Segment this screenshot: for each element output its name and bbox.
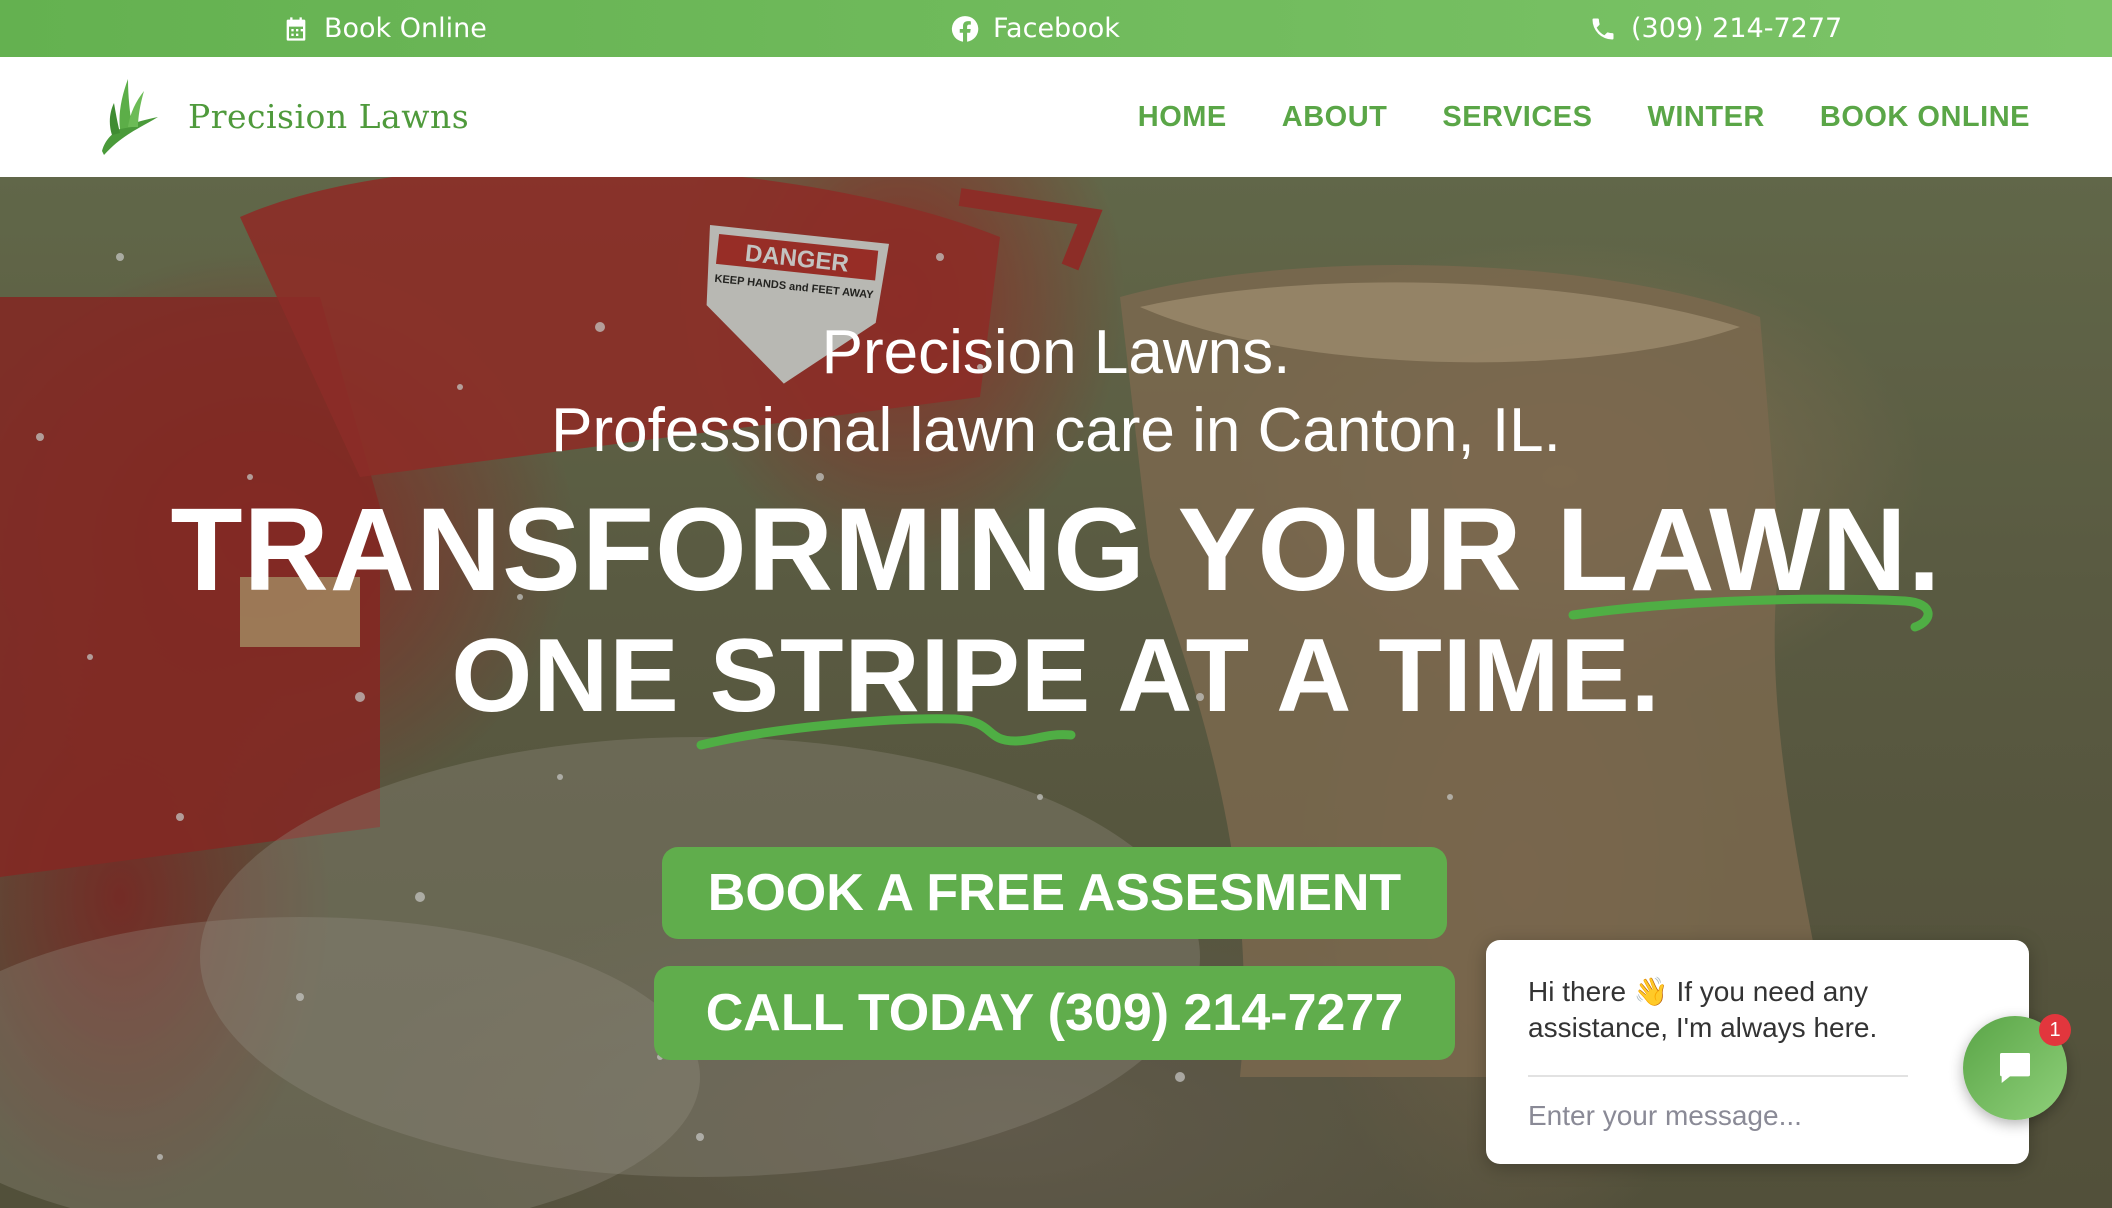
chat-notification-badge: 1 — [2039, 1014, 2071, 1046]
book-assessment-button[interactable]: BOOK A FREE ASSESMENT — [662, 847, 1447, 939]
logo-text: Precision Lawns — [188, 96, 470, 136]
nav-home[interactable]: HOME — [1138, 101, 1227, 134]
book-online-label: Book Online — [324, 13, 487, 44]
nav-services[interactable]: SERVICES — [1442, 101, 1592, 134]
site-logo[interactable]: Precision Lawns — [98, 71, 469, 161]
stripe-underline-squiggle — [696, 714, 1076, 750]
calendar-icon — [286, 16, 306, 41]
book-online-link[interactable]: Book Online — [282, 0, 487, 57]
hero-subtitle-2: Professional lawn care in Canton, IL. — [551, 396, 1561, 465]
grass-logo-icon — [102, 79, 158, 155]
chat-popup: Hi there 👋 If you need any assistance, I… — [1486, 940, 2029, 1164]
main-nav: HOME ABOUT SERVICES WINTER BOOK ONLINE — [1138, 57, 2030, 177]
call-today-button[interactable]: CALL TODAY (309) 214-7277 — [654, 966, 1455, 1060]
site-header: Precision Lawns HOME ABOUT SERVICES WINT… — [0, 57, 2112, 177]
hero-subtitle-1: Precision Lawns. — [821, 318, 1291, 387]
chat-message-input[interactable] — [1528, 1096, 1828, 1136]
nav-about[interactable]: ABOUT — [1282, 101, 1388, 134]
chat-message: Hi there 👋 If you need any assistance, I… — [1528, 976, 1878, 1043]
facebook-label: Facebook — [993, 13, 1120, 44]
phone-icon — [1592, 18, 1614, 39]
chat-bubble-icon — [2000, 1053, 2030, 1083]
lawn-underline-squiggle — [1568, 594, 1933, 632]
phone-link[interactable]: (309) 214-7277 — [1589, 0, 1842, 57]
nav-book-online[interactable]: BOOK ONLINE — [1820, 101, 2030, 134]
phone-label: (309) 214-7277 — [1631, 13, 1843, 44]
chat-divider — [1528, 1075, 1908, 1077]
top-bar: Book Online Facebook (309) 214-7277 — [0, 0, 2112, 57]
nav-winter[interactable]: WINTER — [1648, 101, 1765, 134]
facebook-link[interactable]: Facebook — [951, 0, 1120, 57]
facebook-icon — [951, 15, 979, 42]
